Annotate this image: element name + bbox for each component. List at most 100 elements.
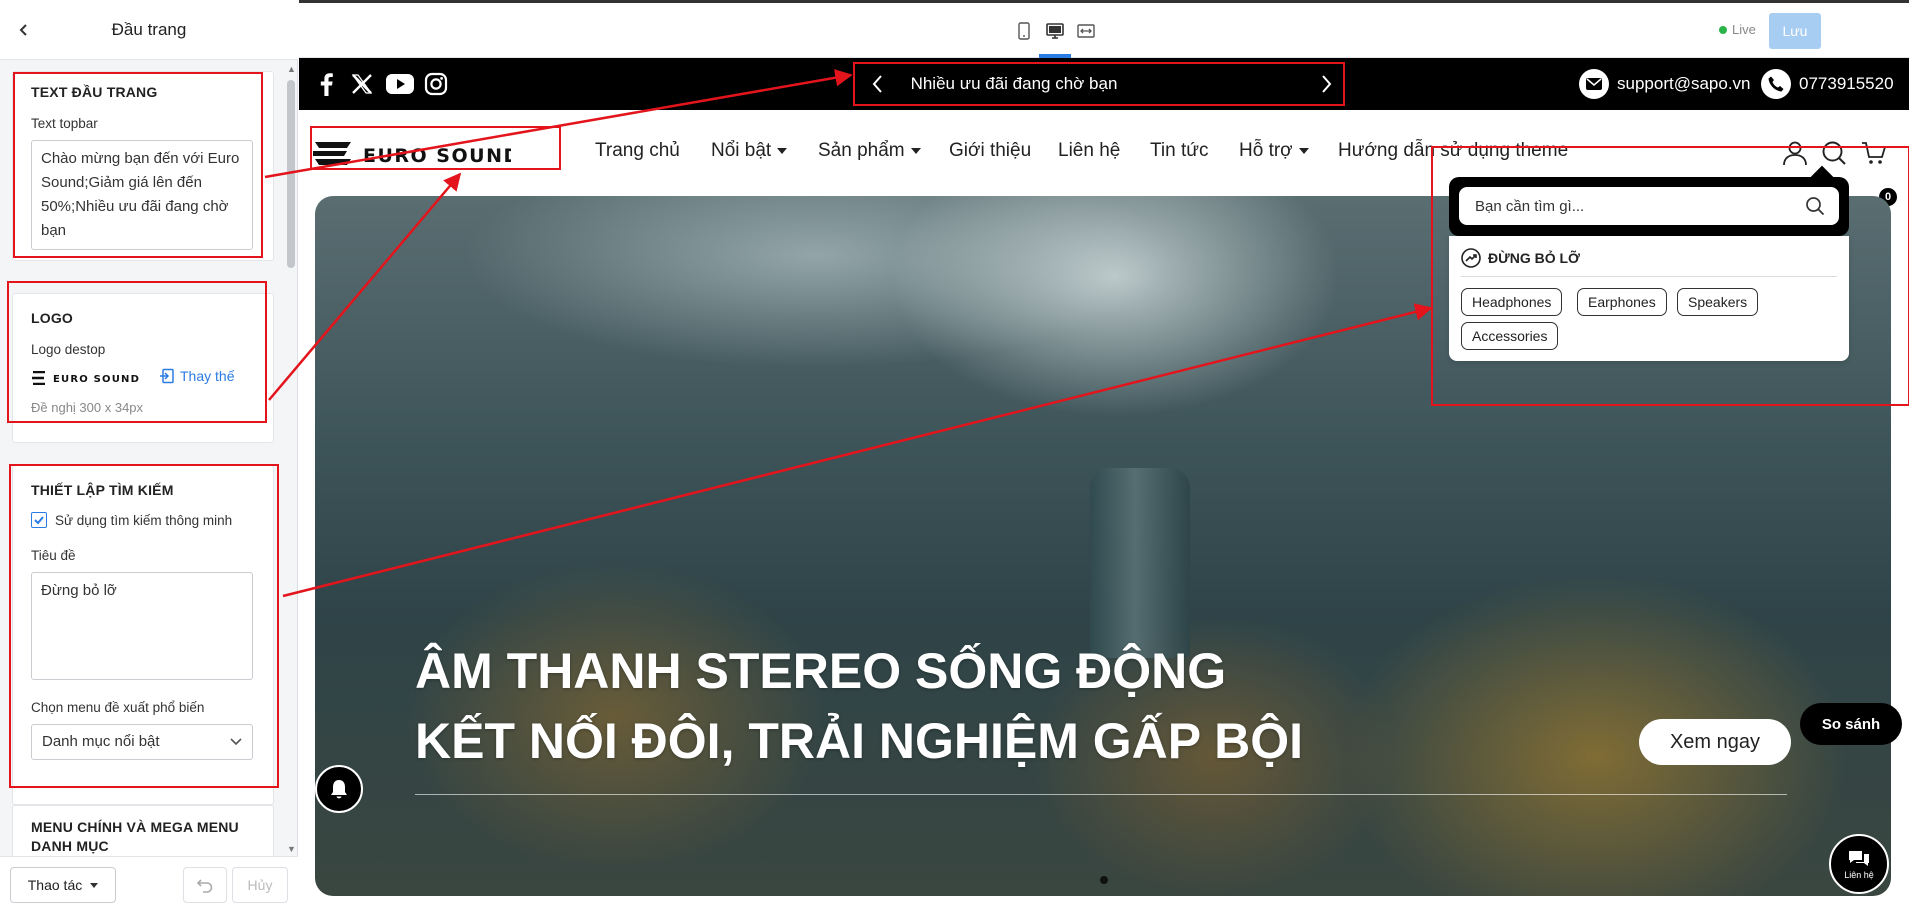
topbar-text-input[interactable] xyxy=(31,140,253,250)
section-search: THIẾT LẬP TÌM KIẾM Sử dụng tìm kiếm thôn… xyxy=(12,465,274,805)
suggestions-heading-text: ĐỪNG BỎ LỠ xyxy=(1488,250,1580,266)
replace-icon xyxy=(160,368,174,384)
section-heading: MENU CHÍNH VÀ MEGA MENU DANH MỤC xyxy=(31,819,239,854)
caret-down-icon xyxy=(910,147,921,154)
nav-item-about[interactable]: Giới thiệu xyxy=(949,140,1031,162)
compare-button[interactable]: So sánh xyxy=(1800,703,1902,745)
search-button[interactable] xyxy=(1819,138,1849,168)
x-link[interactable] xyxy=(349,71,375,97)
phone-icon xyxy=(1761,69,1791,99)
logo-text: EURO SOUND xyxy=(363,145,511,167)
announcement-text: Nhiều ưu đãi đang chờ bạn xyxy=(910,74,1118,93)
phone-text: 0773915520 xyxy=(1799,74,1894,93)
instagram-link[interactable] xyxy=(423,71,449,97)
replace-logo-button[interactable]: Thay thế xyxy=(159,368,234,384)
caret-down-icon xyxy=(1298,147,1309,154)
nav-item-home[interactable]: Trang chủ xyxy=(595,140,680,162)
account-button[interactable] xyxy=(1780,138,1810,168)
cart-icon xyxy=(1862,142,1887,164)
section-logo: LOGO Logo destop EURO SOUND Thay thế Đề … xyxy=(12,293,274,443)
shop-now-button[interactable]: Xem ngay xyxy=(1639,719,1791,765)
menu-select-value: Danh mục nổi bật xyxy=(42,733,160,750)
suggestion-chip[interactable]: Earphones xyxy=(1577,288,1667,316)
mail-icon xyxy=(1579,69,1609,99)
search-input[interactable] xyxy=(1459,187,1839,225)
scrollbar-thumb[interactable] xyxy=(287,80,295,268)
chevron-down-icon xyxy=(230,738,242,746)
hero-divider xyxy=(415,794,1787,795)
settings-panel: Đầu trang TEXT ĐẦU TRANG Text topbar LOG… xyxy=(0,0,298,910)
panel-title: Đầu trang xyxy=(111,19,187,39)
search-bar xyxy=(1449,177,1849,236)
scroll-down-icon[interactable]: ▼ xyxy=(287,844,296,854)
cart-button[interactable] xyxy=(1859,138,1889,168)
instagram-icon xyxy=(424,72,448,96)
app: Đầu trang TEXT ĐẦU TRANG Text topbar LOG… xyxy=(0,0,1909,910)
cancel-button[interactable]: Hủy xyxy=(232,867,288,903)
desktop-icon xyxy=(1046,23,1064,39)
undo-button[interactable] xyxy=(183,867,227,903)
announcement-next-button[interactable] xyxy=(1315,72,1339,96)
section-heading: TEXT ĐẦU TRANG xyxy=(31,84,158,100)
search-suggestions: ĐỪNG BỎ LỠ Headphones Earphones Speakers… xyxy=(1449,236,1849,361)
nav-item-products[interactable]: Sản phẩm xyxy=(818,140,921,162)
logo-size-hint: Đề nghị 300 x 34px xyxy=(31,400,144,415)
actions-dropdown-button[interactable]: Thao tác xyxy=(10,867,116,903)
back-button[interactable] xyxy=(12,18,36,42)
nav-item-featured[interactable]: Nổi bật xyxy=(711,140,788,162)
field-label: Chọn menu đề xuất phổ biến xyxy=(31,700,205,715)
chat-icon xyxy=(1849,850,1869,866)
facebook-link[interactable] xyxy=(313,71,339,97)
mobile-view-button[interactable] xyxy=(1013,20,1035,42)
save-button[interactable]: Lưu xyxy=(1769,13,1821,49)
chat-label: Liên hệ xyxy=(1844,869,1874,880)
email-text: support@sapo.vn xyxy=(1617,74,1751,93)
notification-button[interactable] xyxy=(315,765,363,813)
chevron-left-icon xyxy=(19,24,27,36)
section-text-topbar: TEXT ĐẦU TRANG Text topbar xyxy=(12,71,274,261)
live-status: Live xyxy=(1719,22,1756,37)
field-label: Tiêu đề xyxy=(31,548,76,563)
slider-pagination-dot[interactable] xyxy=(1100,876,1108,884)
suggestion-chip[interactable]: Headphones xyxy=(1461,288,1563,316)
section-main-menu[interactable]: MENU CHÍNH VÀ MEGA MENU DANH MỤC xyxy=(12,805,274,856)
section-heading: LOGO xyxy=(31,310,74,326)
chat-contact-button[interactable]: Liên hệ xyxy=(1829,834,1889,894)
store-logo[interactable]: EURO SOUND xyxy=(311,138,511,168)
nav-item-support[interactable]: Hỗ trợ xyxy=(1239,140,1309,162)
panel-header: Đầu trang xyxy=(0,0,298,60)
hero-title-line-2: KẾT NỐI ĐÔI, TRẢI NGHIỆM GẤP BỘI xyxy=(415,713,1304,769)
smart-search-checkbox[interactable]: Sử dụng tìm kiếm thông minh xyxy=(31,512,232,528)
logo-thumbnail: EURO SOUND xyxy=(32,371,139,385)
suggestion-chip[interactable]: Accessories xyxy=(1461,322,1559,350)
checkbox-checked-icon[interactable] xyxy=(31,512,47,528)
panel-scrollbar[interactable]: ▲ ▼ xyxy=(287,64,296,854)
youtube-link[interactable] xyxy=(385,71,415,97)
desktop-view-button[interactable] xyxy=(1044,20,1066,42)
caret-down-icon xyxy=(90,882,99,888)
suggestion-chip[interactable]: Speakers xyxy=(1677,288,1759,316)
divider xyxy=(1461,276,1837,277)
chevron-right-icon xyxy=(1322,75,1332,93)
fullwidth-view-button[interactable] xyxy=(1075,20,1097,42)
bell-icon xyxy=(331,780,347,799)
field-label: Logo destop xyxy=(31,342,106,357)
search-icon[interactable] xyxy=(1804,195,1826,217)
nav-item-theme-guide[interactable]: Hướng dẫn sử dụng theme xyxy=(1338,140,1568,162)
phone-contact[interactable]: 0773915520 xyxy=(1761,68,1894,100)
email-contact[interactable]: support@sapo.vn xyxy=(1579,68,1751,100)
fullwidth-icon xyxy=(1077,24,1095,38)
nav-item-news[interactable]: Tin tức xyxy=(1150,140,1208,162)
menu-select[interactable]: Danh mục nổi bật xyxy=(31,724,253,760)
actions-label: Thao tác xyxy=(27,877,83,893)
section-heading: THIẾT LẬP TÌM KIẾM xyxy=(31,482,174,498)
panel-footer: Thao tác Hủy xyxy=(0,856,298,910)
search-title-input[interactable] xyxy=(31,572,253,680)
field-label: Text topbar xyxy=(31,116,98,131)
scroll-up-icon[interactable]: ▲ xyxy=(287,64,296,74)
nav-item-contact[interactable]: Liên hệ xyxy=(1058,140,1120,162)
announcement-bar: Nhiều ưu đãi đang chờ bạn support@sapo.v… xyxy=(299,58,1909,110)
panel-scroll[interactable]: TEXT ĐẦU TRANG Text topbar LOGO Logo des… xyxy=(0,61,298,856)
editor-toolbar: Live Lưu xyxy=(299,0,1909,58)
trending-up-icon xyxy=(1461,248,1481,268)
